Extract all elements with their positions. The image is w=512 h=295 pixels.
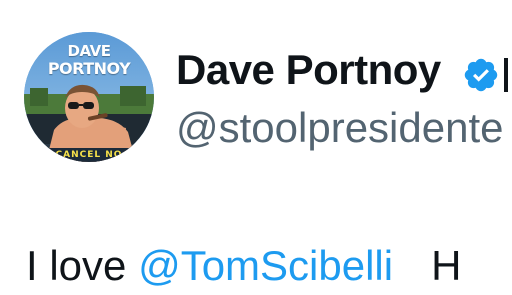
avatar-text-first: DAVE [67,42,111,60]
verified-badge-icon[interactable] [462,56,500,94]
tweet-text-prefix: I love [26,242,139,289]
name-cutoff-glyph [504,58,508,92]
user-handle[interactable]: @stoolpresidente [176,104,504,152]
display-name[interactable]: Dave Portnoy [176,46,441,94]
avatar-text-bottom: CANCEL NO [55,150,123,160]
mention-link[interactable]: @TomScibelli [138,242,393,289]
avatar[interactable]: DAVE PORTNOY CANCEL NO [24,32,154,162]
tweet-text-continuation: H [431,242,462,289]
tweet-text: I love @TomScibelli H [26,242,461,290]
avatar-text-last: PORTNOY [47,59,131,78]
tweet-card: DAVE PORTNOY CANCEL NO Dave Portnoy @sto… [0,0,512,295]
